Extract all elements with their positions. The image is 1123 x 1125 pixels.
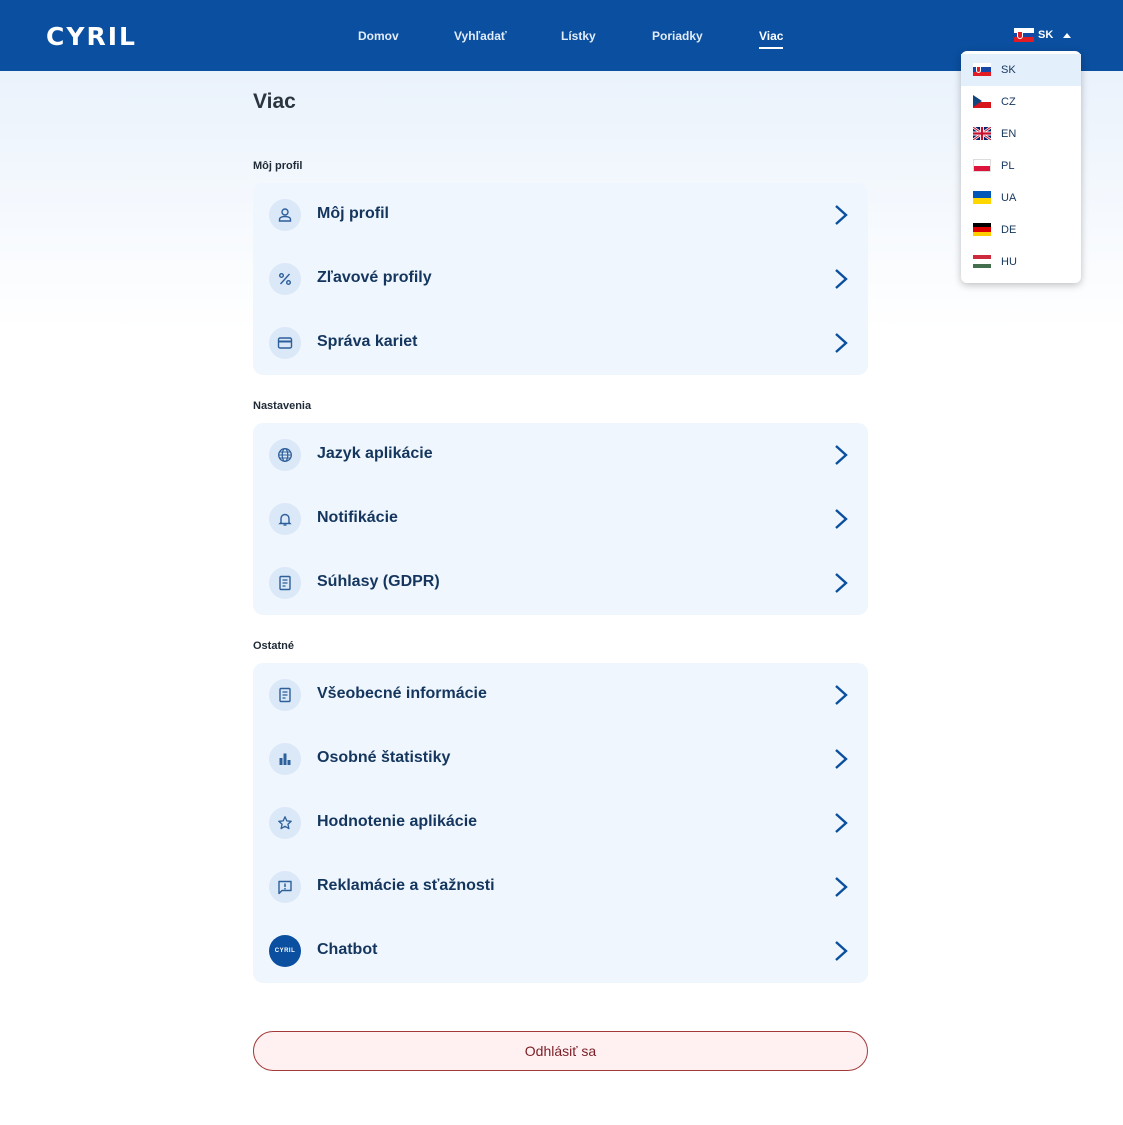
chevron-right-icon — [835, 813, 848, 833]
menu-item-label: Všeobecné informácie — [317, 685, 487, 702]
section-title-settings: Nastavenia — [253, 400, 312, 412]
language-option-de[interactable]: DE — [961, 214, 1081, 246]
language-option-hu[interactable]: HU — [961, 246, 1081, 278]
settings-card: Jazyk aplikácie Notifikácie Súhlasy (GDP… — [253, 423, 868, 615]
other-card: Všeobecné informácie Osobné štatistiky H… — [253, 663, 868, 983]
language-option-pl[interactable]: PL — [961, 150, 1081, 182]
page-title: Viac — [253, 90, 296, 113]
nav-listky[interactable]: Lístky — [561, 29, 596, 43]
cyril-logo-icon-text: CYRIL — [274, 948, 296, 954]
language-code: DE — [1001, 224, 1017, 236]
language-dropdown: SK CZ EN PL UA DE HU — [961, 51, 1081, 283]
nav-domov[interactable]: Domov — [358, 29, 399, 43]
feedback-icon — [269, 871, 301, 903]
card-icon — [269, 327, 301, 359]
active-nav-indicator — [759, 47, 784, 49]
language-selector-button[interactable]: SK — [1014, 26, 1074, 44]
slovakia-flag-icon — [973, 63, 991, 76]
nav-poriadky[interactable]: Poriadky — [652, 29, 703, 43]
menu-item-app-rating[interactable]: Hodnotenie aplikácie — [253, 791, 868, 855]
top-navigation-bar: CYRIL Domov Vyhľadať Lístky Poriadky Via… — [0, 0, 1123, 71]
menu-item-personal-stats[interactable]: Osobné štatistiky — [253, 727, 868, 791]
language-code: SK — [1001, 64, 1016, 76]
bar-chart-icon — [269, 743, 301, 775]
nav-viac-label: Viac — [759, 29, 784, 43]
chevron-right-icon — [835, 509, 848, 529]
document-icon — [269, 567, 301, 599]
menu-item-complaints[interactable]: Reklamácie a sťažnosti — [253, 855, 868, 919]
czech-flag-icon — [973, 95, 991, 108]
chevron-right-icon — [835, 573, 848, 593]
menu-item-app-language[interactable]: Jazyk aplikácie — [253, 423, 868, 487]
menu-item-label: Správa kariet — [317, 333, 418, 350]
chevron-right-icon — [835, 445, 848, 465]
chevron-right-icon — [835, 333, 848, 353]
language-code: PL — [1001, 160, 1015, 172]
menu-item-label: Notifikácie — [317, 509, 398, 526]
uk-flag-icon — [973, 127, 991, 140]
section-title-profile: Môj profil — [253, 160, 303, 172]
language-option-en[interactable]: EN — [961, 118, 1081, 150]
user-icon — [269, 199, 301, 231]
current-language-label: SK — [1038, 29, 1054, 41]
nav-vyhladat[interactable]: Vyhľadať — [454, 29, 507, 43]
chevron-right-icon — [835, 877, 848, 897]
menu-item-label: Chatbot — [317, 941, 378, 958]
caret-up-icon — [1063, 32, 1072, 38]
menu-item-label: Hodnotenie aplikácie — [317, 813, 478, 830]
germany-flag-icon — [973, 223, 991, 236]
chevron-right-icon — [835, 941, 848, 961]
document-icon — [269, 679, 301, 711]
menu-item-label: Súhlasy (GDPR) — [317, 573, 440, 590]
language-code: HU — [1001, 256, 1017, 268]
menu-item-label: Reklamácie a sťažnosti — [317, 877, 495, 894]
cyril-logo-icon: CYRIL — [269, 935, 301, 967]
menu-item-general-info[interactable]: Všeobecné informácie — [253, 663, 868, 727]
star-icon — [269, 807, 301, 839]
language-code: CZ — [1001, 96, 1016, 108]
menu-item-label: Osobné štatistiky — [317, 749, 451, 766]
slovakia-flag-icon — [1014, 28, 1034, 42]
profile-card: Môj profil Zľavové profily Správa kariet — [253, 183, 868, 375]
logout-button[interactable]: Odhlásiť sa — [253, 1031, 868, 1071]
chevron-right-icon — [835, 269, 848, 289]
language-option-sk[interactable]: SK — [961, 54, 1081, 86]
menu-item-notifications[interactable]: Notifikácie — [253, 487, 868, 551]
language-option-ua[interactable]: UA — [961, 182, 1081, 214]
menu-item-my-profile[interactable]: Môj profil — [253, 183, 868, 247]
language-option-cz[interactable]: CZ — [961, 86, 1081, 118]
globe-icon — [269, 439, 301, 471]
menu-item-label: Zľavové profily — [317, 269, 432, 286]
language-code: UA — [1001, 192, 1017, 204]
menu-item-label: Jazyk aplikácie — [317, 445, 433, 462]
menu-item-discount-profiles[interactable]: Zľavové profily — [253, 247, 868, 311]
menu-item-gdpr-consents[interactable]: Súhlasy (GDPR) — [253, 551, 868, 615]
nav-viac[interactable]: Viac — [759, 29, 784, 49]
bell-icon — [269, 503, 301, 535]
chevron-right-icon — [835, 685, 848, 705]
menu-item-chatbot[interactable]: CYRIL Chatbot — [253, 919, 868, 983]
chevron-right-icon — [835, 749, 848, 769]
percent-icon — [269, 263, 301, 295]
cyril-logo[interactable]: CYRIL — [46, 22, 137, 51]
section-title-other: Ostatné — [253, 640, 294, 652]
chevron-right-icon — [835, 205, 848, 225]
ukraine-flag-icon — [973, 191, 991, 204]
menu-item-label: Môj profil — [317, 205, 389, 222]
hungary-flag-icon — [973, 255, 991, 268]
menu-item-card-management[interactable]: Správa kariet — [253, 311, 868, 375]
language-code: EN — [1001, 128, 1017, 140]
poland-flag-icon — [973, 159, 991, 172]
